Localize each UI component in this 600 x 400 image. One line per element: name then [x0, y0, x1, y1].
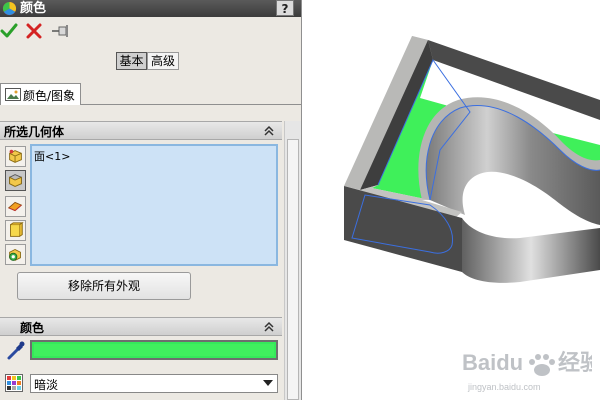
list-item[interactable]: 面<1> — [34, 148, 70, 164]
advanced-mode-button[interactable]: 高级 — [147, 52, 179, 70]
surface-filter-icon[interactable] — [5, 196, 26, 217]
tab-color-image[interactable]: 颜色/图象 — [0, 83, 81, 105]
feature-filter-icon[interactable] — [5, 244, 26, 265]
remove-all-appearances-button[interactable]: 移除所有外观 — [17, 272, 191, 300]
color-wheel-icon — [2, 1, 17, 16]
selection-list[interactable]: 面<1> — [30, 144, 278, 266]
baidu-watermark-logo: Baidu 经验 jingyan.baidu.com — [462, 350, 592, 392]
watermark-brand: Baidu — [462, 350, 523, 375]
chevron-down-icon[interactable] — [263, 380, 273, 386]
selected-geometry-title: 所选几何体 — [4, 125, 65, 139]
tab-divider — [81, 104, 301, 105]
help-button[interactable]: ? — [276, 0, 294, 16]
shade-dropdown[interactable]: 暗淡 — [30, 374, 278, 393]
basic-mode-button[interactable]: 基本 — [116, 52, 147, 70]
panel-scrollbar[interactable] — [284, 121, 301, 400]
scrollbar-thumb[interactable] — [287, 139, 299, 400]
color-swatch-fill — [34, 344, 274, 356]
pushpin-icon[interactable] — [51, 23, 71, 39]
panel-title-bar: 颜色 ? — [0, 0, 301, 17]
part-filter-icon[interactable] — [5, 146, 26, 167]
watermark-brand-cn: 经验 — [558, 350, 592, 375]
x-icon[interactable] — [25, 22, 43, 40]
panel-title: 颜色 — [20, 1, 47, 16]
checkmark-icon[interactable] — [0, 22, 18, 40]
collapse-icon[interactable] — [262, 320, 276, 334]
eyedropper-icon[interactable] — [5, 339, 27, 361]
color-section-title: 颜色 — [20, 321, 45, 335]
face-filter-icon[interactable] — [5, 170, 26, 191]
shade-dropdown-value: 暗淡 — [34, 378, 59, 392]
image-icon — [5, 88, 21, 101]
tab-label: 颜色/图象 — [23, 89, 76, 103]
color-section-header[interactable]: 颜色 — [0, 317, 282, 336]
watermark-url: jingyan.baidu.com — [467, 382, 541, 392]
collapse-icon[interactable] — [262, 124, 276, 138]
selected-geometry-header[interactable]: 所选几何体 — [0, 121, 282, 140]
color-swatch[interactable] — [30, 340, 278, 360]
body-filter-icon[interactable] — [5, 220, 26, 241]
color-palette-icon[interactable] — [5, 374, 23, 392]
property-manager-panel: 颜色 ? 基本 高级 颜色/图象 所选几何体 面<1> 移除所有外观 颜色 暗淡 — [0, 0, 302, 400]
